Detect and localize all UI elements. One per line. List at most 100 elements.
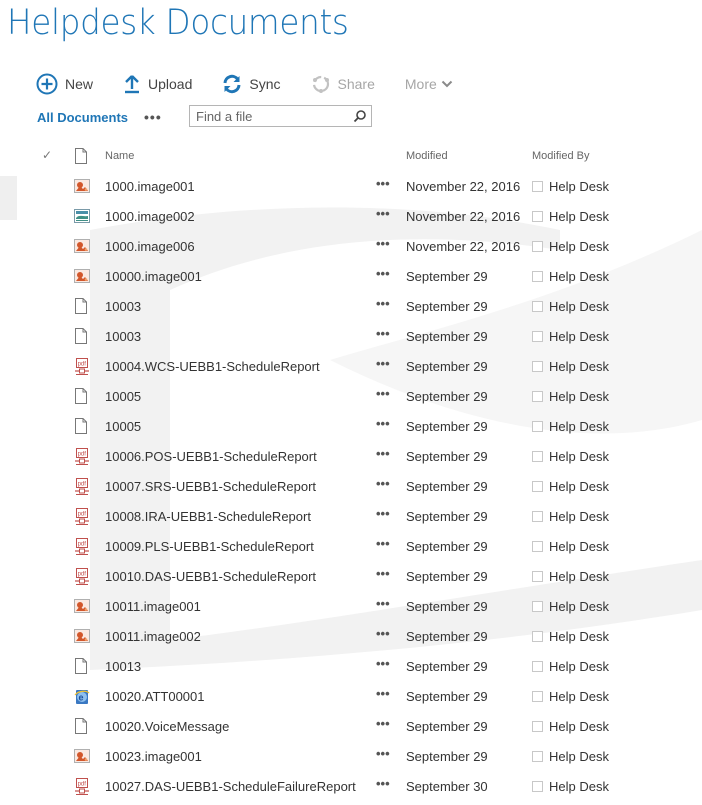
row-menu-ellipsis[interactable]: ••• [376,776,390,791]
table-row[interactable]: pdf 10010.DAS-UEBB1-ScheduleReport ••• S… [0,561,702,591]
file-name-link[interactable]: 10003 [105,299,141,314]
sync-button[interactable]: Sync [222,74,281,94]
row-menu-ellipsis[interactable]: ••• [376,206,390,221]
table-row[interactable]: pdf 10009.PLS-UEBB1-ScheduleReport ••• S… [0,531,702,561]
row-menu-ellipsis[interactable]: ••• [376,656,390,671]
user-name-link[interactable]: Help Desk [549,389,609,404]
user-name-link[interactable]: Help Desk [549,239,609,254]
user-name-link[interactable]: Help Desk [549,329,609,344]
view-more-ellipsis[interactable]: ••• [144,110,162,124]
file-name-link[interactable]: 1000.image002 [105,209,195,224]
select-all-checkmark[interactable]: ✓ [42,148,52,162]
table-row[interactable]: 1000.image002 ••• November 22, 2016 Help… [0,201,702,231]
table-row[interactable]: 10020.VoiceMessage ••• September 29 Help… [0,711,702,741]
row-menu-ellipsis[interactable]: ••• [376,416,390,431]
user-name-link[interactable]: Help Desk [549,299,609,314]
search-input[interactable] [190,106,352,126]
file-name-link[interactable]: 10020.VoiceMessage [105,719,229,734]
row-menu-ellipsis[interactable]: ••• [376,506,390,521]
row-menu-ellipsis[interactable]: ••• [376,566,390,581]
more-button[interactable]: More [405,76,453,92]
file-name-link[interactable]: 10000.image001 [105,269,202,284]
row-menu-ellipsis[interactable]: ••• [376,746,390,761]
row-menu-ellipsis[interactable]: ••• [376,536,390,551]
row-menu-ellipsis[interactable]: ••• [376,686,390,701]
row-menu-ellipsis[interactable]: ••• [376,596,390,611]
new-button[interactable]: New [36,73,93,95]
row-menu-ellipsis[interactable]: ••• [376,476,390,491]
user-name-link[interactable]: Help Desk [549,689,609,704]
user-name-link[interactable]: Help Desk [549,269,609,284]
file-name-link[interactable]: 1000.image001 [105,179,195,194]
file-type-header-icon[interactable] [74,148,90,164]
presence-indicator-icon [532,691,543,702]
row-menu-ellipsis[interactable]: ••• [376,386,390,401]
view-all-documents[interactable]: All Documents [37,110,128,125]
table-row[interactable]: 1000.image001 ••• November 22, 2016 Help… [0,171,702,201]
table-row[interactable]: pdf 10007.SRS-UEBB1-ScheduleReport ••• S… [0,471,702,501]
table-row[interactable]: 10013 ••• September 29 Help Desk [0,651,702,681]
share-button[interactable]: Share [311,74,375,94]
file-name-link[interactable]: 10023.image001 [105,749,202,764]
row-menu-ellipsis[interactable]: ••• [376,296,390,311]
file-name-link[interactable]: 10003 [105,329,141,344]
table-row[interactable]: 10003 ••• September 29 Help Desk [0,321,702,351]
upload-button[interactable]: Upload [123,74,192,94]
column-header-name[interactable]: Name [105,150,134,162]
user-name-link[interactable]: Help Desk [549,419,609,434]
table-row[interactable]: e 10020.ATT00001 ••• September 29 Help D… [0,681,702,711]
search-icon[interactable] [353,109,367,123]
user-name-link[interactable]: Help Desk [549,509,609,524]
table-row[interactable]: pdf 10027.DAS-UEBB1-ScheduleFailureRepor… [0,771,702,801]
file-name-link[interactable]: 10020.ATT00001 [105,689,205,704]
table-row[interactable]: pdf 10004.WCS-UEBB1-ScheduleReport ••• S… [0,351,702,381]
file-name-link[interactable]: 10011.image002 [105,629,201,644]
modified-date: September 29 [406,719,488,734]
file-name-link[interactable]: 10027.DAS-UEBB1-ScheduleFailureReport [105,779,356,794]
file-name-link[interactable]: 10004.WCS-UEBB1-ScheduleReport [105,359,320,374]
user-name-link[interactable]: Help Desk [549,569,609,584]
file-name-link[interactable]: 10013 [105,659,141,674]
file-name-link[interactable]: 10009.PLS-UEBB1-ScheduleReport [105,539,314,554]
user-name-link[interactable]: Help Desk [549,599,609,614]
row-menu-ellipsis[interactable]: ••• [376,326,390,341]
table-row[interactable]: 10023.image001 ••• September 29 Help Des… [0,741,702,771]
table-row[interactable]: 10005 ••• September 29 Help Desk [0,411,702,441]
row-menu-ellipsis[interactable]: ••• [376,236,390,251]
row-menu-ellipsis[interactable]: ••• [376,716,390,731]
table-row[interactable]: 10011.image002 ••• September 29 Help Des… [0,621,702,651]
user-name-link[interactable]: Help Desk [549,209,609,224]
user-name-link[interactable]: Help Desk [549,449,609,464]
table-row[interactable]: pdf 10006.POS-UEBB1-ScheduleReport ••• S… [0,441,702,471]
user-name-link[interactable]: Help Desk [549,179,609,194]
file-name-link[interactable]: 10007.SRS-UEBB1-ScheduleReport [105,479,316,494]
file-name-link[interactable]: 10005 [105,389,141,404]
row-menu-ellipsis[interactable]: ••• [376,626,390,641]
table-row[interactable]: pdf 10008.IRA-UEBB1-ScheduleReport ••• S… [0,501,702,531]
file-name-link[interactable]: 10011.image001 [105,599,201,614]
table-row[interactable]: 10005 ••• September 29 Help Desk [0,381,702,411]
file-name-link[interactable]: 10005 [105,419,141,434]
file-name-link[interactable]: 10008.IRA-UEBB1-ScheduleReport [105,509,311,524]
user-name-link[interactable]: Help Desk [549,719,609,734]
file-name-link[interactable]: 10006.POS-UEBB1-ScheduleReport [105,449,317,464]
row-menu-ellipsis[interactable]: ••• [376,356,390,371]
user-name-link[interactable]: Help Desk [549,779,609,794]
file-name-link[interactable]: 10010.DAS-UEBB1-ScheduleReport [105,569,316,584]
row-menu-ellipsis[interactable]: ••• [376,446,390,461]
table-row[interactable]: 10003 ••• September 29 Help Desk [0,291,702,321]
column-header-modified-by[interactable]: Modified By [532,150,589,162]
user-name-link[interactable]: Help Desk [549,749,609,764]
user-name-link[interactable]: Help Desk [549,659,609,674]
user-name-link[interactable]: Help Desk [549,629,609,644]
table-row[interactable]: 1000.image006 ••• November 22, 2016 Help… [0,231,702,261]
user-name-link[interactable]: Help Desk [549,539,609,554]
user-name-link[interactable]: Help Desk [549,359,609,374]
table-row[interactable]: 10000.image001 ••• September 29 Help Des… [0,261,702,291]
row-menu-ellipsis[interactable]: ••• [376,266,390,281]
table-row[interactable]: 10011.image001 ••• September 29 Help Des… [0,591,702,621]
column-header-modified[interactable]: Modified [406,150,448,162]
file-name-link[interactable]: 1000.image006 [105,239,195,254]
user-name-link[interactable]: Help Desk [549,479,609,494]
row-menu-ellipsis[interactable]: ••• [376,176,390,191]
